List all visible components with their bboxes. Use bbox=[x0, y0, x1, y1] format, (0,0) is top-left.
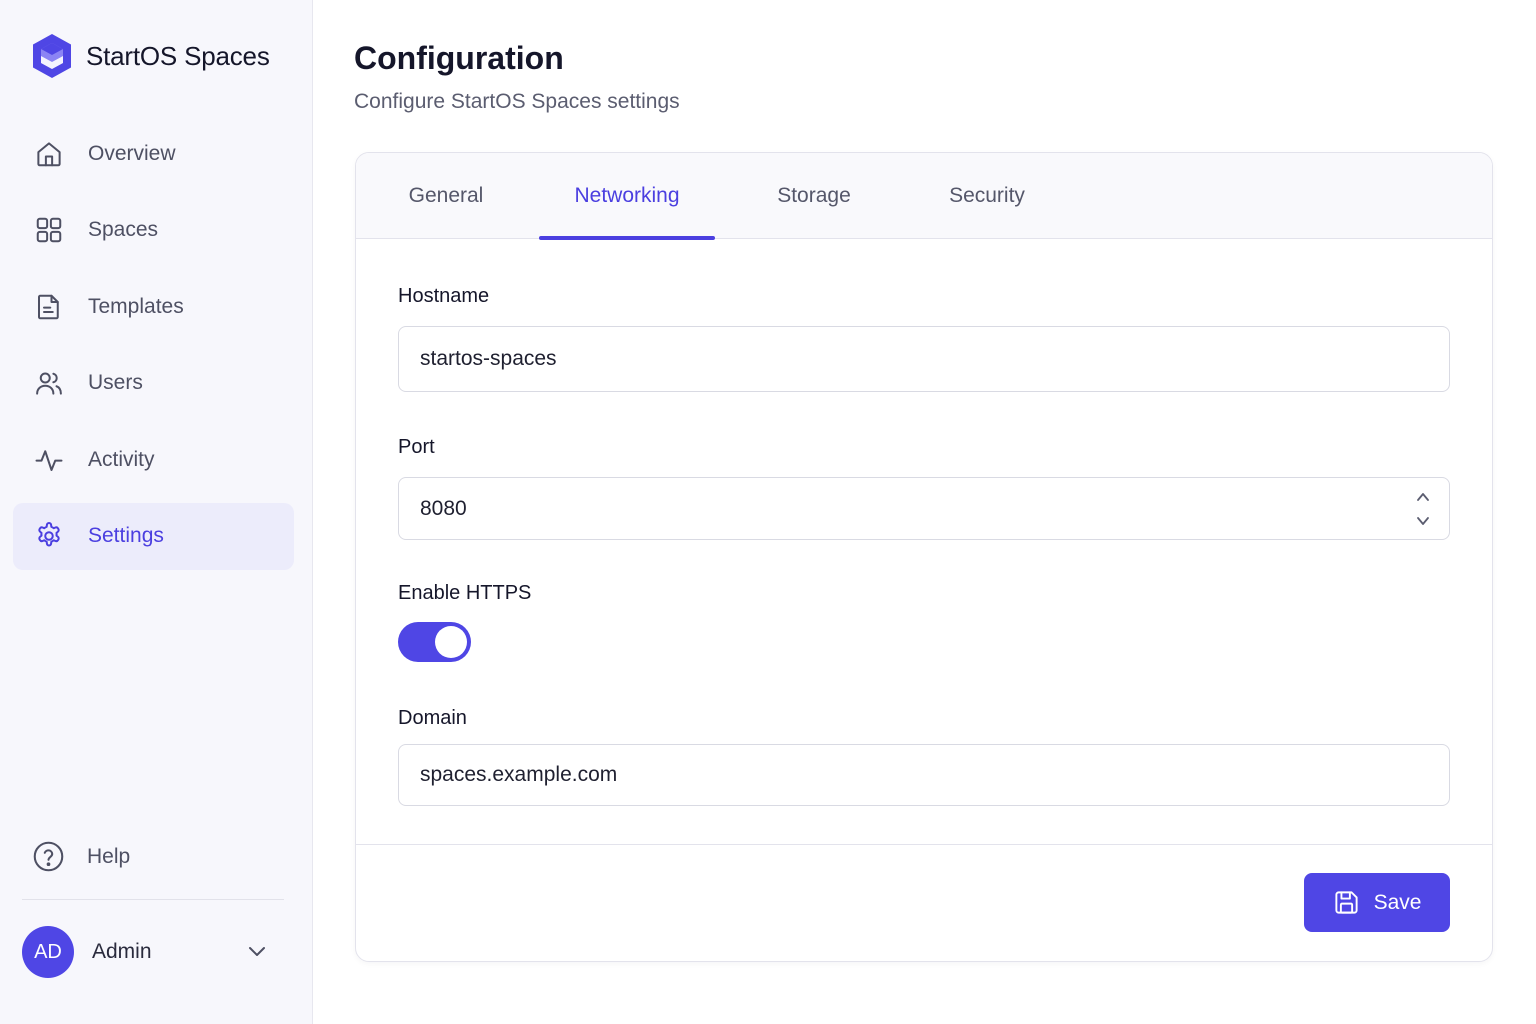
tab-security[interactable]: Security bbox=[912, 153, 1062, 239]
sidebar-item-label: Templates bbox=[88, 294, 184, 318]
sidebar-item-label: Settings bbox=[88, 524, 164, 547]
sidebar-item-overview[interactable]: Overview bbox=[13, 120, 294, 187]
sidebar-item-label: Overview bbox=[88, 141, 176, 165]
sidebar-item-users[interactable]: Users bbox=[13, 350, 294, 417]
port-stepper[interactable] bbox=[1413, 490, 1433, 528]
sidebar-item-label: Spaces bbox=[88, 218, 159, 241]
domain-label: Domain bbox=[398, 707, 467, 729]
main-content: Configuration Configure StartOS Spaces s… bbox=[313, 0, 1536, 1024]
sidebar-nav: Overview Spaces Templates Users Activity… bbox=[13, 120, 294, 579]
port-field[interactable] bbox=[398, 477, 1450, 540]
help-link[interactable]: Help bbox=[32, 840, 130, 873]
document-icon bbox=[33, 291, 65, 323]
user-name: Admin bbox=[92, 940, 152, 963]
save-label: Save bbox=[1373, 890, 1422, 914]
save-button[interactable]: Save bbox=[1304, 873, 1450, 932]
settings-tabs: General Networking Storage Security bbox=[356, 153, 1492, 240]
domain-field[interactable] bbox=[398, 744, 1450, 806]
card-divider bbox=[356, 844, 1492, 845]
sidebar-item-spaces[interactable]: Spaces bbox=[13, 197, 294, 264]
help-icon bbox=[33, 841, 64, 872]
chevron-up-icon[interactable] bbox=[1413, 490, 1433, 504]
help-label: Help bbox=[87, 844, 131, 868]
sidebar-item-activity[interactable]: Activity bbox=[13, 426, 294, 493]
brand[interactable]: StartOS Spaces bbox=[30, 32, 270, 80]
chevron-down-icon[interactable] bbox=[1413, 514, 1433, 528]
https-label: Enable HTTPS bbox=[398, 582, 532, 604]
sidebar-item-settings[interactable]: Settings bbox=[13, 502, 294, 570]
sidebar-divider bbox=[22, 899, 284, 900]
grid-icon bbox=[33, 214, 65, 246]
tab-storage[interactable]: Storage bbox=[746, 153, 882, 239]
chevron-down-icon bbox=[249, 947, 265, 956]
hostname-label: Hostname bbox=[398, 285, 490, 307]
tab-general[interactable]: General bbox=[380, 153, 512, 239]
sidebar: StartOS Spaces Overview Spaces Templates… bbox=[0, 0, 313, 1024]
port-label: Port bbox=[398, 436, 435, 458]
tab-networking[interactable]: Networking bbox=[539, 153, 715, 240]
sidebar-item-label: Activity bbox=[88, 447, 155, 471]
settings-card: General Networking Storage Security Host… bbox=[355, 152, 1493, 962]
https-toggle[interactable] bbox=[398, 622, 471, 662]
brand-name: StartOS Spaces bbox=[86, 40, 270, 71]
activity-icon bbox=[33, 444, 65, 476]
sidebar-item-label: Users bbox=[88, 371, 143, 394]
toggle-knob bbox=[435, 626, 467, 658]
home-icon bbox=[33, 138, 65, 170]
gear-icon bbox=[33, 520, 65, 552]
page-title: Configuration bbox=[354, 40, 564, 76]
hostname-field[interactable] bbox=[398, 326, 1450, 392]
avatar: AD bbox=[22, 926, 74, 978]
save-icon bbox=[1334, 891, 1358, 914]
sidebar-item-templates[interactable]: Templates bbox=[13, 273, 294, 340]
page-subtitle: Configure StartOS Spaces settings bbox=[354, 90, 680, 113]
user-menu[interactable]: AD Admin bbox=[22, 925, 277, 979]
hexagon-logo-icon bbox=[33, 34, 71, 78]
users-icon bbox=[33, 367, 65, 399]
app: StartOS Spaces Overview Spaces Templates… bbox=[0, 0, 1536, 1024]
